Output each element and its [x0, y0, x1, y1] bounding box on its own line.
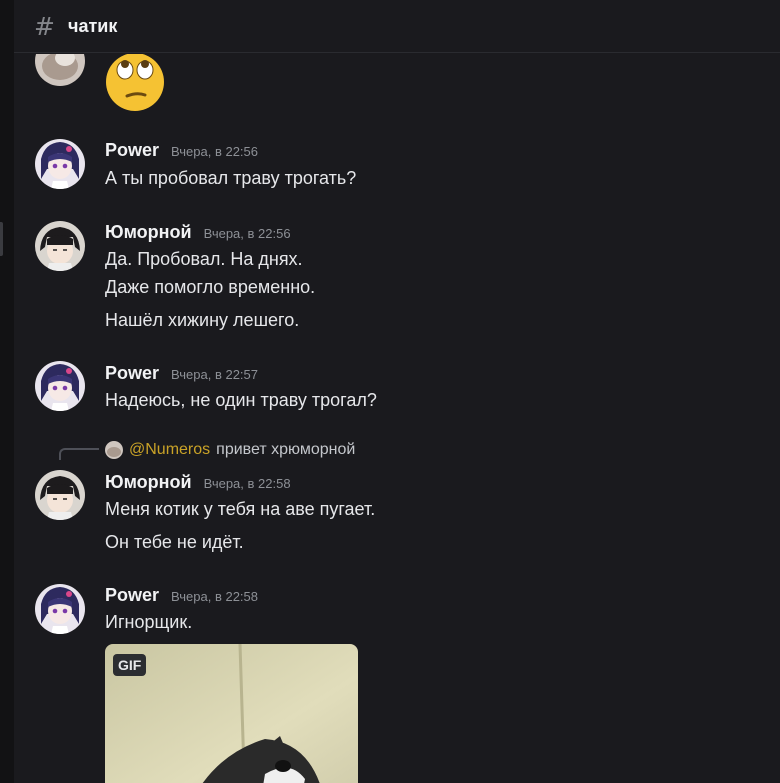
timestamp[interactable]: Вчера, в 22:58: [171, 589, 258, 604]
message-header: Юморной Вчера, в 22:58: [105, 472, 291, 493]
message-text: А ты пробовал траву трогать?: [105, 168, 357, 188]
hash-icon: #: [34, 11, 55, 41]
message-header: Юморной Вчера, в 22:56: [105, 222, 291, 243]
eye-roll-emoji-icon[interactable]: [105, 54, 165, 112]
username[interactable]: Power: [105, 140, 159, 161]
message-text: Да. Пробовал. На днях.: [105, 249, 303, 269]
avatar[interactable]: [35, 584, 85, 634]
message-list[interactable]: Power Вчера, в 22:56 А ты пробовал траву…: [14, 54, 780, 783]
username[interactable]: Юморной: [105, 222, 192, 243]
chat-main: # чатик Power Вчера, в 22:56 А ты пробов…: [14, 0, 780, 783]
username[interactable]: Power: [105, 363, 159, 384]
reply-spine: [59, 448, 99, 460]
message-text: Игнорщик.: [105, 612, 193, 632]
reply-avatar: [105, 441, 123, 459]
timestamp[interactable]: Вчера, в 22:56: [171, 144, 258, 159]
message-text: Нашёл хижину лешего.: [105, 310, 300, 330]
timestamp[interactable]: Вчера, в 22:58: [204, 476, 291, 491]
gif-attachment[interactable]: GIF: [105, 644, 358, 783]
reply-mention[interactable]: @Numeros: [129, 441, 210, 459]
message-header: Power Вчера, в 22:57: [105, 363, 258, 384]
username[interactable]: Power: [105, 585, 159, 606]
channel-name: чатик: [68, 15, 118, 36]
sidebar-resize-handle[interactable]: [0, 222, 3, 256]
avatar[interactable]: [35, 139, 85, 189]
message-text: Надеюсь, не один траву трогал?: [105, 390, 377, 410]
message-text: Меня котик у тебя на аве пугает.: [105, 499, 376, 519]
timestamp[interactable]: Вчера, в 22:56: [204, 226, 291, 241]
reply-text: привет хрюморной: [216, 441, 356, 458]
channel-header: # чатик: [14, 0, 780, 53]
gif-badge: GIF: [113, 654, 147, 676]
avatar[interactable]: [35, 221, 85, 271]
avatar[interactable]: [35, 361, 85, 411]
server-sidebar-edge: [0, 0, 14, 783]
avatar[interactable]: [35, 54, 85, 86]
username[interactable]: Юморной: [105, 472, 192, 493]
reply-preview[interactable]: @Numeros привет хрюморной: [105, 441, 355, 459]
message-text: Даже помогло временно.: [105, 277, 316, 297]
message-header: Power Вчера, в 22:58: [105, 585, 258, 606]
message-text: Он тебе не идёт.: [105, 532, 244, 552]
timestamp[interactable]: Вчера, в 22:57: [171, 367, 258, 382]
message-header: Power Вчера, в 22:56: [105, 140, 258, 161]
avatar[interactable]: [35, 470, 85, 520]
